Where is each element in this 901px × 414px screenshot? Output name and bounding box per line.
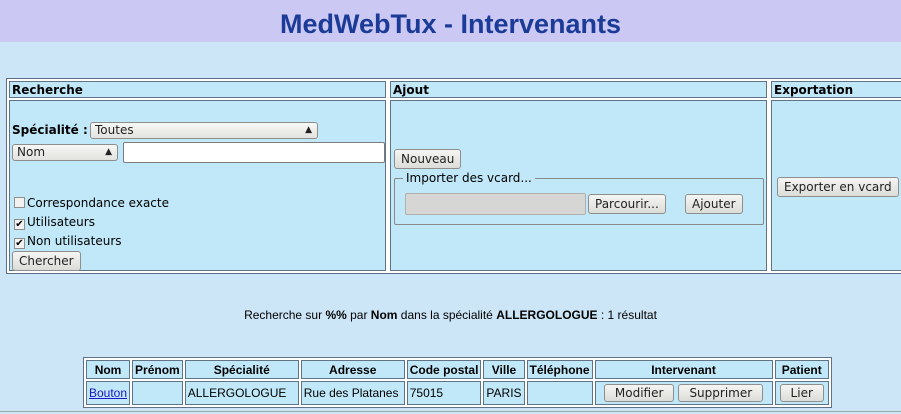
export-vcard-button[interactable]: Exporter en vcard [777, 177, 899, 197]
status-specialty: ALLERGOLOGUE [496, 308, 598, 322]
search-status: Recherche sur %% par Nom dans la spécial… [0, 308, 901, 322]
col-code-postal: Code postal [406, 360, 482, 379]
delete-button[interactable]: Supprimer [678, 384, 764, 402]
col-patient: Patient [774, 360, 829, 379]
export-heading: Exportation [771, 81, 901, 98]
exact-match-checkbox[interactable] [14, 197, 25, 208]
cell-adresse: Rue des Platanes [300, 381, 405, 405]
field-select[interactable]: Nom ▲ [12, 144, 118, 161]
cell-prenom [132, 381, 183, 405]
cell-intervenant: Modifier Supprimer [594, 381, 773, 405]
search-button[interactable]: Chercher [12, 251, 81, 271]
search-body: Spécialité : Toutes ▲ Nom ▲ Correspondan… [9, 100, 386, 271]
link-patient-button[interactable]: Lier [779, 384, 824, 402]
status-field: Nom [370, 308, 398, 322]
table-row: Bouton ALLERGOLOGUE Rue des Platanes 750… [86, 381, 829, 405]
non-users-row: ✔ Non utilisateurs [14, 234, 122, 249]
non-users-checkbox[interactable]: ✔ [14, 238, 25, 249]
export-section: Exportation Exporter en vcard [769, 79, 901, 273]
intervenant-name-link[interactable]: Bouton [89, 386, 127, 400]
specialty-select[interactable]: Toutes ▲ [90, 122, 318, 139]
select-arrows-icon: ▲ [105, 147, 112, 157]
status-prefix: Recherche sur [244, 308, 326, 322]
page-title: MedWebTux - Intervenants [0, 0, 901, 42]
add-section: Ajout Nouveau Importer des vcard... Parc… [388, 79, 769, 273]
export-body: Exporter en vcard [771, 100, 901, 271]
cell-patient: Lier [774, 381, 829, 405]
specialty-select-value: Toutes [95, 123, 134, 137]
cell-ville: PARIS [483, 381, 525, 405]
import-vcard-group: Importer des vcard... Parcourir... Ajout… [394, 171, 764, 225]
col-adresse: Adresse [300, 360, 405, 379]
cell-code-postal: 75015 [406, 381, 482, 405]
search-section: Recherche Spécialité : Toutes ▲ Nom ▲ Co… [7, 79, 388, 273]
vcard-file-input[interactable] [405, 193, 586, 215]
users-label: Utilisateurs [27, 215, 95, 229]
non-users-label: Non utilisateurs [27, 234, 122, 248]
add-heading: Ajout [390, 81, 767, 98]
browse-button[interactable]: Parcourir... [588, 194, 666, 214]
status-pattern: %% [325, 308, 347, 322]
cell-specialite: ALLERGOLOGUE [184, 381, 299, 405]
users-row: ✔ Utilisateurs [14, 215, 95, 230]
search-input[interactable] [123, 142, 385, 163]
exact-match-row: Correspondance exacte [14, 196, 169, 210]
users-checkbox[interactable]: ✔ [14, 219, 25, 230]
add-body: Nouveau Importer des vcard... Parcourir.… [390, 100, 767, 271]
status-suffix: : 1 résultat [597, 308, 657, 322]
col-specialite: Spécialité [184, 360, 299, 379]
col-ville: Ville [483, 360, 525, 379]
col-intervenant: Intervenant [594, 360, 773, 379]
import-add-button[interactable]: Ajouter [685, 194, 743, 214]
status-middle: dans la spécialité [397, 308, 497, 322]
exact-match-label: Correspondance exacte [27, 196, 169, 210]
main-panel: Recherche Spécialité : Toutes ▲ Nom ▲ Co… [6, 78, 901, 274]
specialty-label: Spécialité : [12, 123, 88, 137]
status-by: par [346, 308, 371, 322]
col-telephone: Téléphone [526, 360, 593, 379]
cell-nom: Bouton [86, 381, 131, 405]
col-nom: Nom [86, 360, 131, 379]
new-button[interactable]: Nouveau [394, 149, 462, 169]
modify-button[interactable]: Modifier [603, 384, 675, 402]
results-header-row: Nom Prénom Spécialité Adresse Code posta… [86, 360, 829, 379]
bottom-divider [0, 411, 901, 412]
col-prenom: Prénom [132, 360, 183, 379]
import-vcard-legend: Importer des vcard... [403, 171, 535, 185]
search-heading: Recherche [9, 81, 386, 98]
cell-telephone [526, 381, 593, 405]
field-select-value: Nom [17, 145, 46, 159]
results-table: Nom Prénom Spécialité Adresse Code posta… [83, 357, 832, 408]
select-arrows-icon: ▲ [305, 125, 312, 135]
